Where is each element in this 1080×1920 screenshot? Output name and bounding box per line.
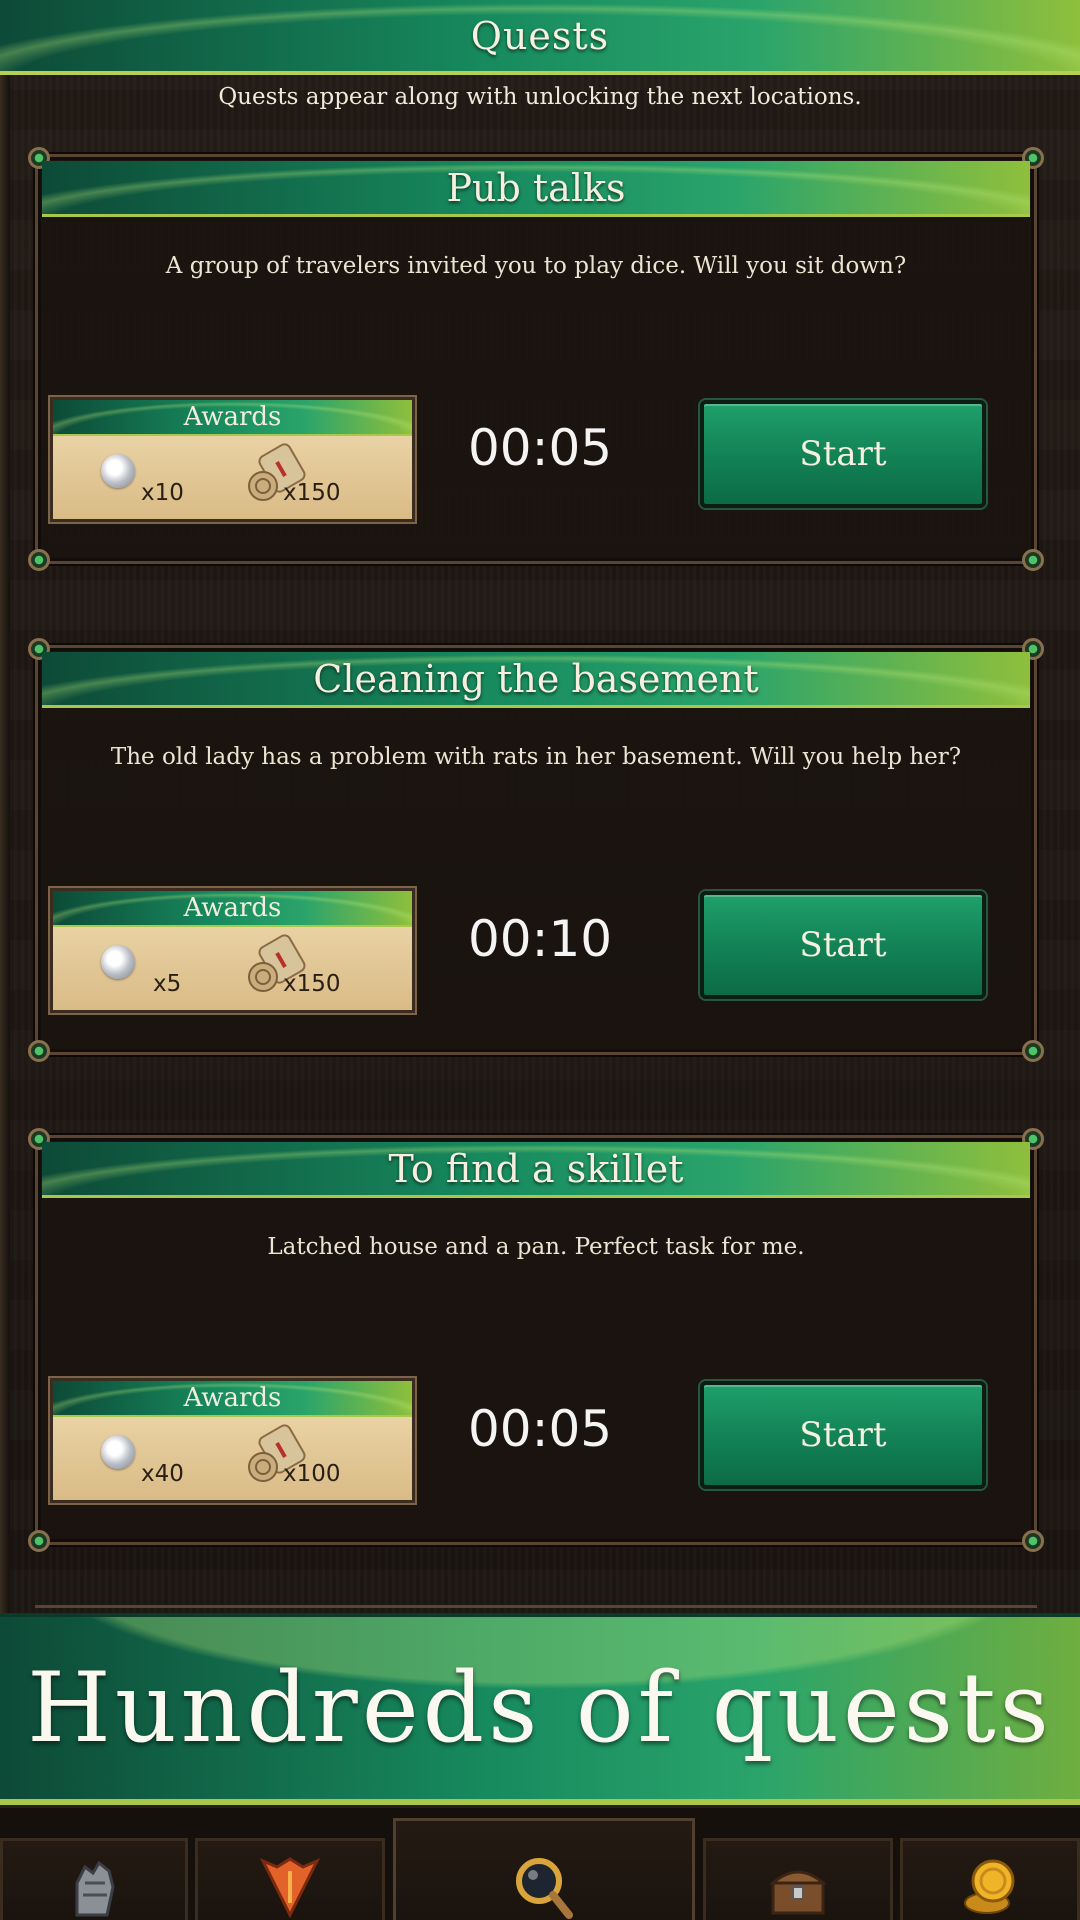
nav-item-shop[interactable]	[900, 1838, 1080, 1920]
corner-gem	[1022, 1040, 1044, 1062]
awards-label: Awards	[183, 893, 282, 923]
scroll-amount: x150	[283, 971, 341, 997]
promo-banner: Hundreds of quests	[0, 1613, 1080, 1805]
silver-coin-icon	[101, 454, 135, 488]
coin-amount: x10	[141, 480, 184, 506]
corner-gem	[28, 1040, 50, 1062]
bottom-nav	[0, 1805, 1080, 1920]
corner-gem	[1022, 549, 1044, 571]
awards-panel: Awards x5 x150	[50, 888, 415, 1013]
quest-header: Pub talks	[42, 161, 1030, 217]
awards-panel: Awards x10 x150	[50, 397, 415, 522]
emblem-icon	[259, 1857, 321, 1919]
coin-amount: x40	[141, 1461, 184, 1487]
awards-header: Awards	[53, 1381, 412, 1417]
scroll-amount: x100	[283, 1461, 341, 1487]
quests-hint: Quests appear along with unlocking the n…	[218, 84, 862, 110]
scroll-amount: x150	[283, 480, 341, 506]
start-button-label: Start	[799, 925, 887, 965]
quest-description: A group of travelers invited you to play…	[165, 253, 907, 279]
awards-header: Awards	[53, 400, 412, 436]
quest-header: To find a skillet	[42, 1142, 1030, 1198]
start-button[interactable]: Start	[700, 1381, 986, 1489]
awards-panel: Awards x40 x100	[50, 1378, 415, 1503]
corner-gem	[28, 1530, 50, 1552]
silver-coin-icon	[101, 1435, 135, 1469]
quest-description: Latched house and a pan. Perfect task fo…	[267, 1234, 805, 1260]
nav-item-guild[interactable]	[195, 1838, 385, 1920]
gold-coins-icon	[964, 1859, 1015, 1914]
treasure-chest-icon	[769, 1870, 827, 1915]
awards-body: x10 x150	[53, 436, 412, 519]
nav-item-inventory[interactable]	[703, 1838, 893, 1920]
start-button[interactable]: Start	[700, 891, 986, 999]
corner-gem	[1022, 1530, 1044, 1552]
page-title: Quests	[470, 13, 610, 58]
quest-timer: 00:05	[468, 419, 613, 477]
header-bar: Quests	[0, 0, 1080, 75]
corner-gem	[28, 549, 50, 571]
promo-text: Hundreds of quests	[27, 1652, 1053, 1764]
start-button[interactable]: Start	[700, 400, 986, 508]
quest-title: Pub talks	[446, 165, 626, 210]
awards-body: x5 x150	[53, 927, 412, 1010]
nav-item-character[interactable]	[0, 1838, 188, 1920]
awards-header: Awards	[53, 891, 412, 927]
start-button-label: Start	[799, 434, 887, 474]
quest-timer: 00:10	[468, 910, 613, 968]
quest-description: The old lady has a problem with rats in …	[110, 744, 962, 770]
awards-body: x40 x100	[53, 1417, 412, 1500]
nav-item-quests[interactable]	[393, 1818, 695, 1920]
quest-card: To find a skillet Latched house and a pa…	[28, 1128, 1044, 1552]
magnifier-icon	[516, 1858, 573, 1919]
quest-header: Cleaning the basement	[42, 652, 1030, 708]
quest-timer: 00:05	[468, 1400, 613, 1458]
quest-title: Cleaning the basement	[313, 656, 759, 701]
awards-label: Awards	[183, 1383, 282, 1413]
gauntlet-icon	[75, 1860, 115, 1917]
awards-label: Awards	[183, 402, 282, 432]
quest-card: Pub talks A group of travelers invited y…	[28, 147, 1044, 571]
start-button-label: Start	[799, 1415, 887, 1455]
quest-card: Cleaning the basement The old lady has a…	[28, 638, 1044, 1062]
quest-title: To find a skillet	[388, 1146, 684, 1191]
coin-amount: x5	[153, 971, 182, 997]
silver-coin-icon	[101, 945, 135, 979]
